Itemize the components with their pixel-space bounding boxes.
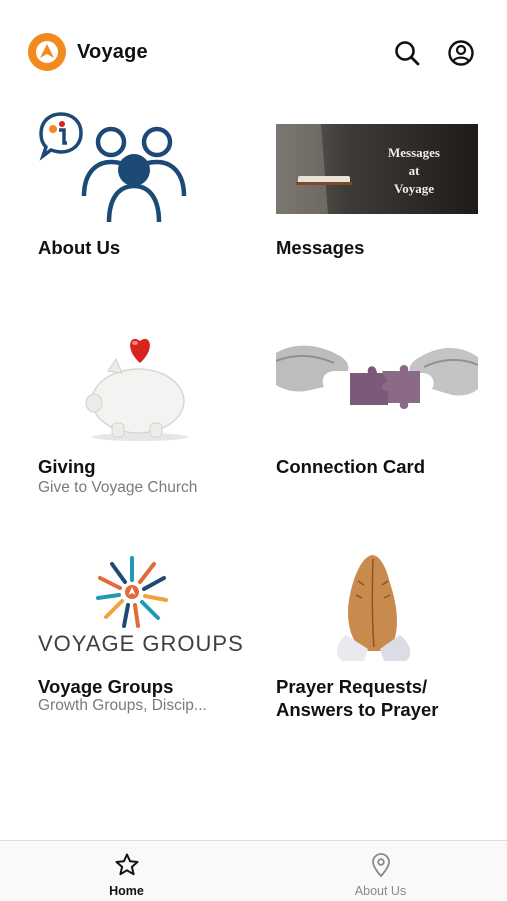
praying-hands-image [276, 551, 478, 661]
voyage-logo-icon [28, 33, 66, 71]
location-pin-icon [371, 853, 390, 878]
star-icon [115, 853, 138, 876]
tile-title: Prayer Requests/ [276, 676, 428, 697]
account-icon[interactable] [446, 38, 476, 68]
tile-subtitle: Give to Voyage Church [38, 479, 198, 496]
about-us-image [38, 112, 240, 222]
messages-banner-line3: Voyage [394, 181, 434, 196]
tab-home-label: Home [109, 884, 144, 898]
app-header: Voyage [0, 0, 507, 104]
tile-title: Connection Card [276, 456, 426, 477]
tile-title: About Us [38, 237, 121, 258]
tile-subtitle: Growth Groups, Discip... [38, 697, 207, 714]
tile-title: Messages [276, 237, 365, 258]
messages-banner-line2: at [409, 163, 421, 178]
tile-title: Giving [38, 456, 96, 477]
search-icon[interactable] [392, 38, 422, 68]
tab-about-us-label: About Us [354, 884, 407, 898]
messages-image: Messages at Voyage [276, 124, 478, 214]
messages-banner-line1: Messages [388, 145, 440, 160]
voyage-groups-wordmark: VOYAGE GROUPS [38, 631, 244, 656]
app-title: Voyage [77, 41, 148, 63]
tile-title-line2: Answers to Prayer [276, 699, 439, 720]
puzzle-hands-image [276, 331, 478, 441]
tab-home[interactable]: Home [0, 841, 253, 901]
bottom-tab-bar: Home About Us [0, 840, 507, 901]
piggy-bank-image [38, 331, 240, 441]
tile-title: Voyage Groups [38, 676, 174, 697]
tab-about-us[interactable]: About Us [254, 841, 507, 901]
voyage-groups-logo: VOYAGE GROUPS [38, 551, 248, 661]
